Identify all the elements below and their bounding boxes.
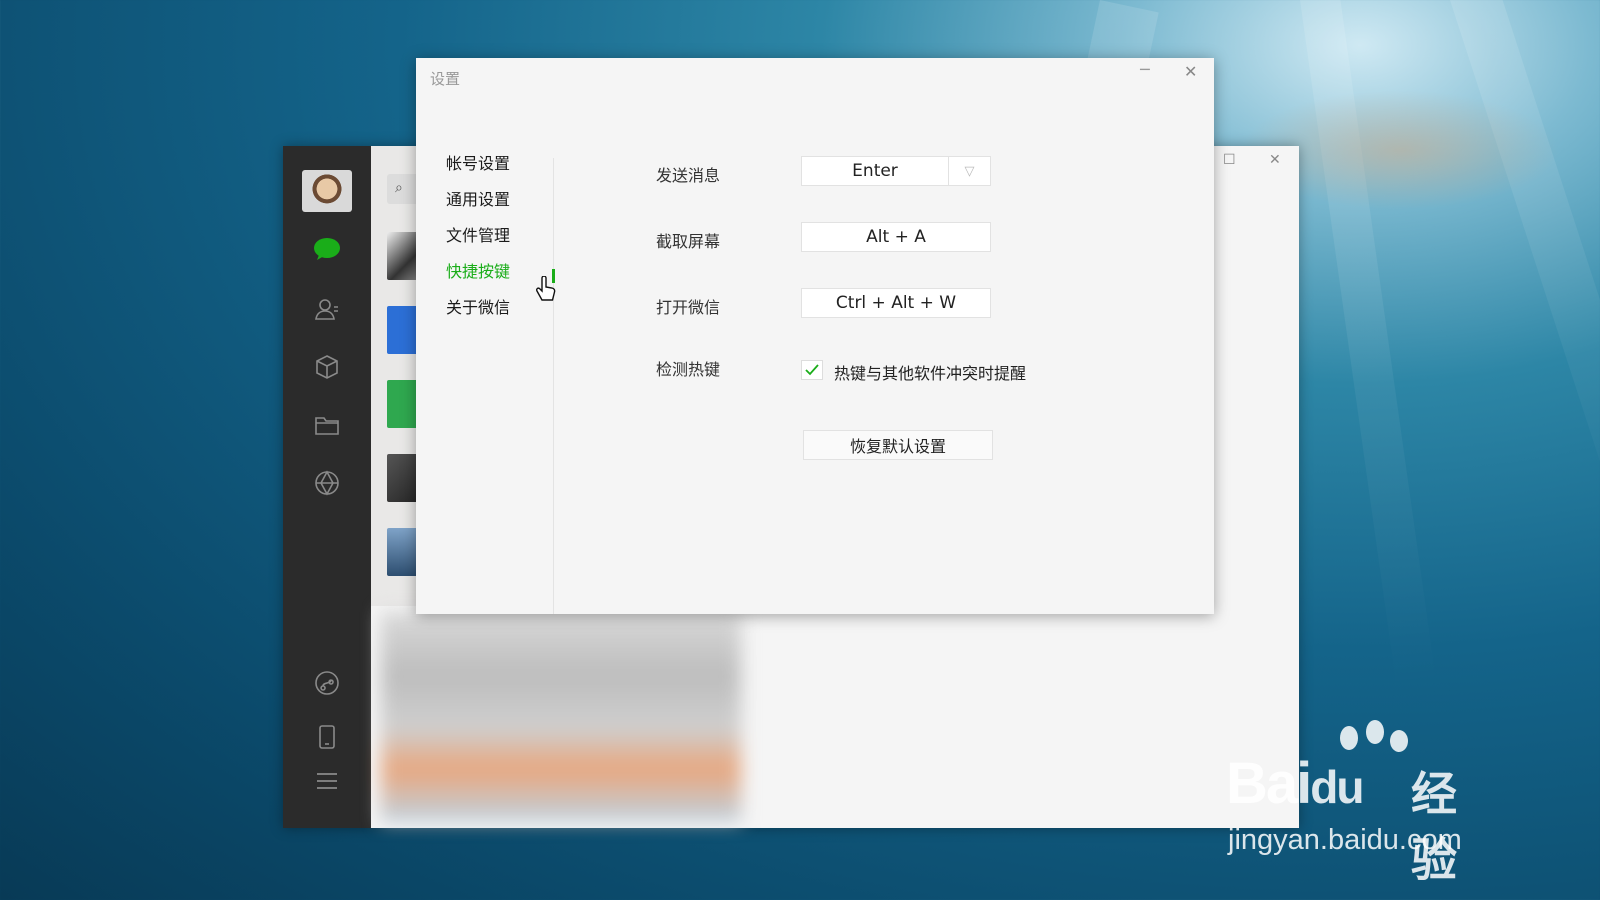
open-wechat-hotkey-field[interactable]: Ctrl + Alt + W <box>801 288 991 318</box>
chat-icon[interactable] <box>283 234 371 264</box>
menu-icon[interactable] <box>283 766 371 796</box>
nav-general-settings[interactable]: 通用设置 <box>446 190 510 226</box>
open-wechat-hotkey-value: Ctrl + Alt + W <box>835 293 957 313</box>
hand-cursor-icon <box>535 275 557 310</box>
send-message-value: Enter <box>852 161 898 181</box>
close-button[interactable]: ✕ <box>1184 62 1197 81</box>
favorites-cube-icon[interactable] <box>283 352 371 382</box>
nav-account-settings[interactable]: 帐号设置 <box>446 154 510 190</box>
phone-icon[interactable] <box>283 722 371 752</box>
blurred-content <box>381 612 741 822</box>
wechat-sidebar <box>283 146 371 828</box>
mini-program-icon[interactable] <box>283 668 371 698</box>
chevron-down-icon[interactable]: ▽ <box>948 157 990 185</box>
screenshot-hotkey-field[interactable]: Alt + A <box>801 222 991 252</box>
minimize-button[interactable]: ─ <box>1140 60 1150 79</box>
nav-divider <box>553 158 554 614</box>
nav-file-management[interactable]: 文件管理 <box>446 226 510 262</box>
avatar[interactable] <box>302 170 352 212</box>
settings-dialog: 设置 ─ ✕ 帐号设置 通用设置 文件管理 快捷按键 关于微信 发送消息 Ent… <box>416 58 1214 614</box>
open-wechat-label: 打开微信 <box>656 298 721 317</box>
detect-hotkey-label: 检测热键 <box>656 360 721 379</box>
watermark-url: jingyan.baidu.com <box>1228 824 1462 856</box>
screenshot-label: 截取屏幕 <box>656 232 721 251</box>
nav-about-wechat[interactable]: 关于微信 <box>446 298 510 334</box>
conflict-alert-label: 热键与其他软件冲突时提醒 <box>834 364 1027 383</box>
dialog-title: 设置 <box>430 70 461 88</box>
send-message-select[interactable]: Enter ▽ <box>801 156 991 186</box>
contacts-icon[interactable] <box>283 294 371 324</box>
screenshot-hotkey-value: Alt + A <box>866 227 926 247</box>
folder-icon[interactable] <box>283 410 371 440</box>
restore-defaults-button[interactable]: 恢复默认设置 <box>803 430 993 460</box>
baidu-logo: Baidu <box>1226 751 1364 816</box>
moments-icon[interactable] <box>283 468 371 498</box>
close-button[interactable]: ✕ <box>1269 152 1281 168</box>
settings-nav: 帐号设置 通用设置 文件管理 快捷按键 关于微信 <box>446 154 510 334</box>
maximize-button[interactable]: ☐ <box>1223 152 1236 168</box>
send-message-label: 发送消息 <box>656 166 721 185</box>
conflict-alert-checkbox[interactable] <box>801 360 823 380</box>
nav-shortcut-keys[interactable]: 快捷按键 <box>446 262 510 298</box>
